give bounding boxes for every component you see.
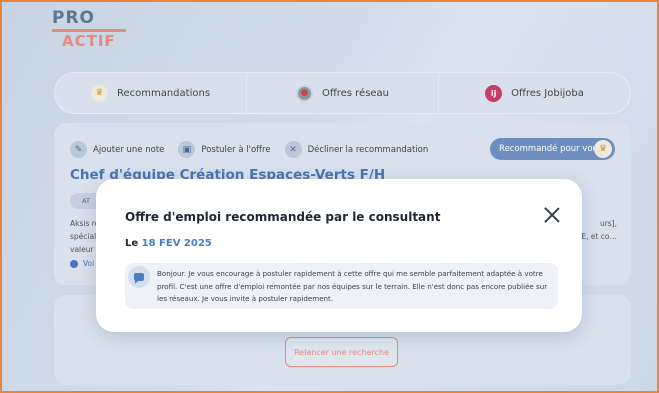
jobijoba-icon: ij	[485, 84, 503, 102]
crown-icon: ♛	[90, 84, 108, 102]
note-icon: ✎	[70, 141, 87, 158]
logo-actif: ACTIF	[62, 32, 116, 50]
modal-date-line: Le 18 FEV 2025	[125, 238, 212, 249]
tab-bar: ♛ Recommandations ● Offres réseau ij Off…	[54, 72, 631, 114]
decline-icon: ✕	[284, 141, 302, 158]
consultant-message: Bonjour. Je vous encourage à postuler ra…	[125, 263, 558, 309]
recommendation-modal: Offre d'emploi recommandée par le consul…	[96, 179, 582, 332]
close-icon[interactable]	[543, 206, 561, 224]
decline-button[interactable]: ✕ Décliner la recommandation	[284, 141, 429, 158]
see-more-label: Voi	[83, 259, 95, 268]
job-actions: ✎ Ajouter une note ▣ Postuler à l'offre …	[70, 141, 428, 158]
logo-pro: PRO	[52, 8, 96, 28]
chat-icon	[128, 266, 150, 288]
recommended-label: Recommandé pour vous	[499, 144, 603, 154]
desc-line: E, et co…	[581, 232, 617, 241]
recommended-badge[interactable]: Recommandé pour vous ♛	[490, 138, 615, 160]
plus-icon	[70, 259, 78, 268]
tab-recommandations[interactable]: ♛ Recommandations	[55, 73, 247, 113]
decline-label: Décliner la recommandation	[307, 144, 429, 155]
tab-offres-jobijoba[interactable]: ij Offres Jobijoba	[439, 73, 630, 113]
relaunch-search-button[interactable]: Relancer une recherche	[285, 337, 398, 367]
job-description-right: urs], E, et co…	[581, 217, 617, 243]
tab-label: Recommandations	[116, 87, 211, 99]
message-text: Bonjour. Je vous encourage à postuler ra…	[157, 269, 548, 303]
target-icon: ●	[295, 84, 313, 102]
apply-button[interactable]: ▣ Postuler à l'offre	[178, 141, 271, 158]
date-prefix: Le	[125, 238, 139, 249]
desc-line: urs],	[599, 219, 617, 228]
crown-icon: ♛	[594, 140, 612, 158]
tab-label: Offres réseau	[321, 87, 390, 99]
logo[interactable]: PRO ACTIF	[52, 10, 126, 49]
modal-title: Offre d'emploi recommandée par le consul…	[125, 210, 441, 224]
recommendation-date: 18 FEV 2025	[141, 238, 212, 249]
tab-label: Offres Jobijoba	[511, 87, 584, 99]
add-note-label: Ajouter une note	[93, 144, 165, 155]
see-more-link[interactable]: Voi	[70, 259, 94, 268]
app-frame: PRO ACTIF ♛ Recommandations ● Offres rés…	[0, 0, 659, 393]
briefcase-icon: ▣	[178, 141, 196, 158]
apply-label: Postuler à l'offre	[201, 144, 271, 155]
tab-offres-reseau[interactable]: ● Offres réseau	[247, 73, 439, 113]
add-note-button[interactable]: ✎ Ajouter une note	[70, 141, 164, 158]
